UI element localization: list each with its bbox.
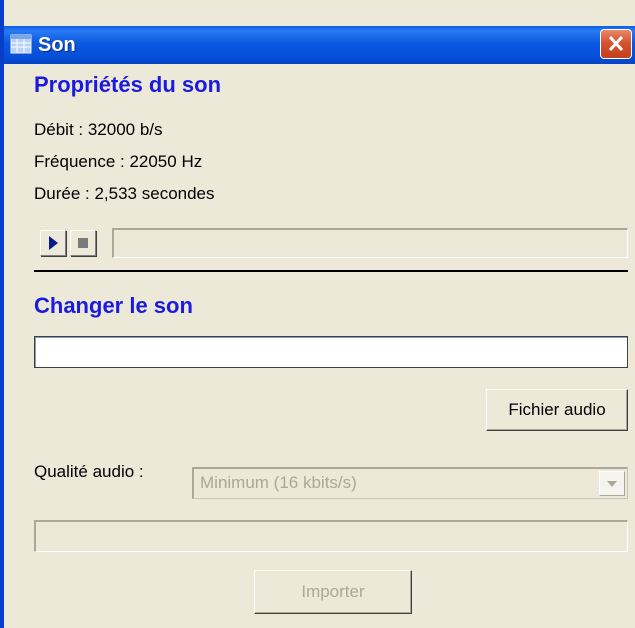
quality-selected-value: Minimum (16 kbits/s) [200, 473, 357, 492]
duration-text: Durée : 2,533 secondes [34, 184, 215, 203]
close-x-icon [608, 35, 624, 52]
play-button[interactable] [40, 230, 66, 256]
properties-heading: Propriétés du son [34, 72, 222, 97]
bitrate-text: Débit : 32000 b/s [34, 120, 163, 139]
audio-file-button[interactable]: Fichier audio [486, 389, 628, 431]
audio-file-path-input[interactable] [34, 336, 628, 368]
grid-window-icon [10, 34, 32, 54]
quality-dropdown-button[interactable] [599, 471, 625, 496]
play-icon [49, 236, 58, 250]
change-heading: Changer le son [34, 293, 193, 318]
import-progress-bar [34, 520, 628, 552]
title-bar[interactable]: Son [4, 26, 635, 64]
stop-icon [78, 238, 88, 248]
quality-select[interactable]: Minimum (16 kbits/s) [192, 467, 628, 499]
window-title: Son [38, 34, 76, 56]
stop-button[interactable] [70, 230, 96, 256]
close-button[interactable] [600, 29, 632, 59]
frequency-text: Fréquence : 22050 Hz [34, 152, 203, 171]
playback-progress-bar [112, 228, 628, 258]
dialog-content: Propriétés du son Débit : 32000 b/s Fréq… [4, 64, 635, 628]
sound-dialog-window: Son Propriétés du son Débit : 32000 b/s … [0, 0, 635, 628]
section-divider [34, 270, 628, 272]
import-button[interactable]: Importer [254, 570, 412, 614]
chevron-down-icon [607, 481, 617, 487]
quality-label: Qualité audio : [34, 462, 144, 481]
